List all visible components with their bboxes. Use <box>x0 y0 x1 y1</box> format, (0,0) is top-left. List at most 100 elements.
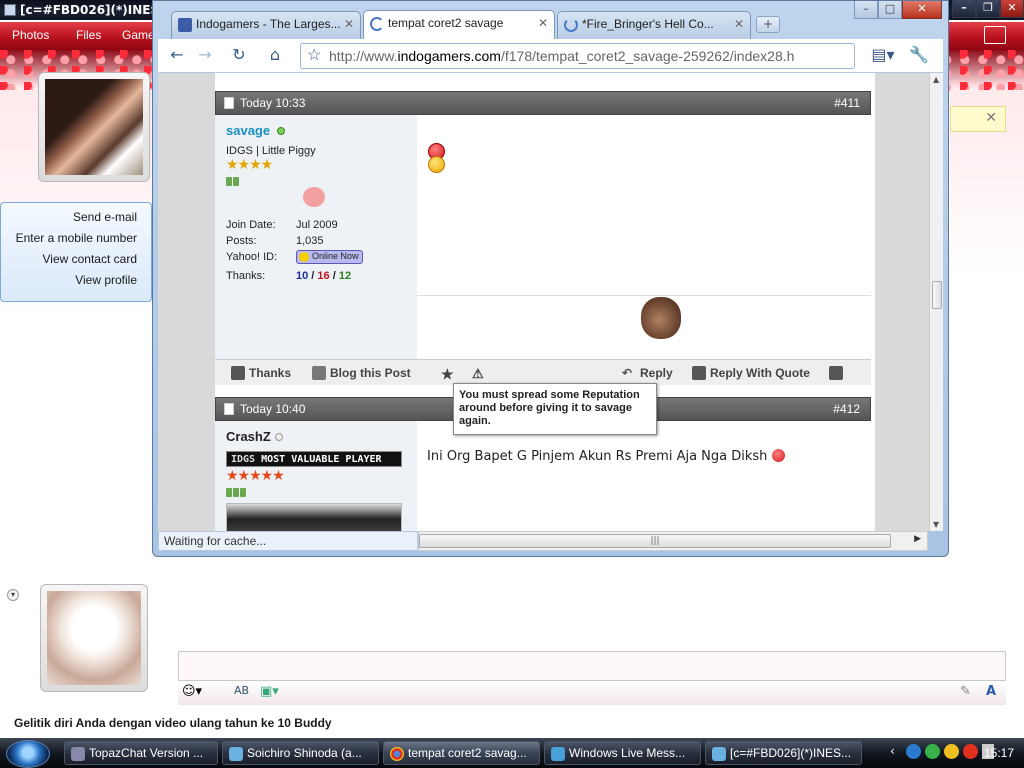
back-icon[interactable]: ← <box>164 44 190 68</box>
reply-button[interactable]: ↶ Reply <box>622 366 673 380</box>
yahoo-smiley-icon <box>299 252 309 262</box>
collapse-icon[interactable]: ▾ <box>7 589 19 601</box>
font-icon[interactable]: AB <box>234 684 249 697</box>
close-button[interactable]: ✕ <box>902 1 942 19</box>
taskbar-topazchat[interactable]: TopazChat Version ... <box>64 741 218 765</box>
wink-icon[interactable]: ▣▾ <box>260 684 279 699</box>
taskbar-live-messenger[interactable]: Windows Live Mess... <box>544 741 701 765</box>
menu-photos[interactable]: Photos <box>12 28 49 42</box>
minimize-button[interactable]: – <box>952 0 976 18</box>
close-icon[interactable]: ✕ <box>985 110 997 126</box>
handwriting-icon[interactable]: ✎ <box>960 684 971 699</box>
thanks-label: Thanks: <box>226 270 266 282</box>
scroll-up-icon[interactable]: ▲ <box>933 75 939 84</box>
reload-icon[interactable]: ↻ <box>226 44 252 68</box>
taskbar-label: [c=#FBD026](*)INES... <box>730 746 852 760</box>
horizontal-scrollbar[interactable]: ||| ▶ <box>418 531 928 551</box>
menu-options-icon[interactable] <box>984 26 1006 44</box>
taskbar-chrome[interactable]: tempat coret2 savag... <box>383 741 540 765</box>
web-content: Today 10:33 #411 savage IDGS | Little Pi… <box>158 73 929 531</box>
idgs-logo-icon: IDGS <box>231 454 262 465</box>
compose-toolbar: ☺▾ AB ▣▾ ✎ A <box>178 681 1006 705</box>
reply-icon: ↶ <box>622 366 633 380</box>
thanks-given: 10 <box>296 270 309 282</box>
yahoo-online-button[interactable]: Online Now <box>296 250 363 264</box>
blog-button-label: Blog this Post <box>330 366 411 380</box>
view-contact-card-link[interactable]: View contact card <box>1 252 138 273</box>
post-number[interactable]: #411 <box>834 96 860 110</box>
reply-with-quote-button[interactable]: Reply With Quote <box>692 366 810 380</box>
minimize-button[interactable]: – <box>854 1 878 19</box>
loading-icon <box>564 18 578 32</box>
my-avatar[interactable] <box>40 584 148 692</box>
post-message: Ini Org Bapet G Pinjem Akun Rs Premi Aja… <box>427 449 785 464</box>
taskbar-soichiro[interactable]: Soichiro Shinoda (a... <box>222 741 379 765</box>
scroll-right-icon[interactable]: ▶ <box>914 534 921 544</box>
close-tab-icon[interactable]: ✕ <box>734 17 744 31</box>
network-icon[interactable] <box>906 744 921 759</box>
home-icon[interactable]: ⌂ <box>262 44 288 68</box>
bookmark-star-icon[interactable]: ☆ <box>307 45 321 65</box>
menu-games[interactable]: Game <box>122 28 155 42</box>
antivirus-icon[interactable] <box>963 744 978 759</box>
menu-files[interactable]: Files <box>76 28 101 42</box>
message-input[interactable] <box>178 651 1006 681</box>
page-menu-icon[interactable]: ▤▾ <box>870 44 896 68</box>
clock[interactable]: 15:17 <box>984 746 1014 760</box>
scroll-down-icon[interactable]: ▼ <box>933 520 939 529</box>
online-status-icon <box>277 127 285 135</box>
enter-mobile-link[interactable]: Enter a mobile number <box>1 231 137 252</box>
user-title: IDGS | Little Piggy <box>226 145 316 157</box>
vertical-scroll-thumb[interactable] <box>932 281 942 309</box>
horizontal-scroll-thumb[interactable]: ||| <box>419 534 891 548</box>
signature-divider <box>417 295 871 296</box>
mvp-badge: IDGS MOST VALUABLE PLAYER <box>226 451 402 467</box>
send-email-link[interactable]: Send e-mail <box>1 210 137 231</box>
post-time: Today 10:33 <box>240 96 306 110</box>
blog-icon <box>312 366 326 380</box>
view-profile-link[interactable]: View profile <box>1 273 137 294</box>
messenger-tray-icon[interactable] <box>925 744 940 759</box>
restore-button[interactable]: ❐ <box>976 0 1000 18</box>
join-date-label: Join Date: <box>226 219 276 231</box>
new-tab-button[interactable]: + <box>756 16 780 33</box>
emoticon-icon[interactable]: ☺▾ <box>182 684 202 699</box>
text-style-icon[interactable]: A <box>986 684 996 699</box>
tab-indogamers[interactable]: Indogamers - The Larges... ✕ <box>171 11 361 39</box>
contact-avatar[interactable] <box>38 72 150 182</box>
thanks-button[interactable]: Thanks <box>231 366 291 380</box>
maximize-button[interactable]: □ <box>878 1 902 19</box>
taskbar-inesmiro[interactable]: [c=#FBD026](*)INES... <box>705 741 862 765</box>
report-warning-icon[interactable]: ⚠ <box>458 366 484 382</box>
reputation-star-icon[interactable]: ★ <box>427 366 454 383</box>
reputation-tooltip: You must spread some Reputation around b… <box>453 383 657 435</box>
angry-emoticon-icon <box>771 449 785 462</box>
my-photo <box>47 591 141 685</box>
wrench-icon[interactable]: 🔧 <box>906 44 932 68</box>
indogamers-icon <box>178 18 192 32</box>
close-tab-icon[interactable]: ✕ <box>344 17 354 31</box>
close-button[interactable]: ✕ <box>1000 0 1024 18</box>
posts-count: 1,035 <box>296 235 324 247</box>
close-tab-icon[interactable]: ✕ <box>538 16 548 30</box>
user-avatar-image <box>226 503 402 531</box>
post-message-text: Ini Org Bapet G Pinjem Akun Rs Premi Aja… <box>427 449 768 464</box>
username[interactable]: CrashZ <box>226 429 271 444</box>
username[interactable]: savage <box>226 123 270 138</box>
vertical-scrollbar[interactable]: ▲ ▼ <box>929 73 943 531</box>
blog-this-post-button[interactable]: Blog this Post <box>312 366 411 380</box>
tab-fire-bringer[interactable]: *Fire_Bringer's Hell Co... ✕ <box>557 11 751 39</box>
messenger-icon <box>4 4 16 16</box>
yahoo-status: Online Now <box>312 251 359 261</box>
status-message[interactable]: Gelitik diri Anda dengan video ulang tah… <box>14 716 332 730</box>
yahoo-label: Yahoo! ID: <box>226 251 278 263</box>
start-button[interactable] <box>6 740 50 768</box>
tab-tempat-coret2[interactable]: tempat coret2 savage ✕ <box>363 10 555 40</box>
reply-button-label: Reply <box>640 366 673 380</box>
post-number[interactable]: #412 <box>833 402 860 416</box>
address-bar[interactable]: ☆ http://www.indogamers.com/f178/tempat_… <box>300 43 855 69</box>
emoticon-tray-icon[interactable] <box>944 744 959 759</box>
tray-expand-icon[interactable]: ‹ <box>890 744 895 758</box>
forward-icon[interactable]: → <box>192 44 218 68</box>
reputation-icon <box>226 486 247 497</box>
